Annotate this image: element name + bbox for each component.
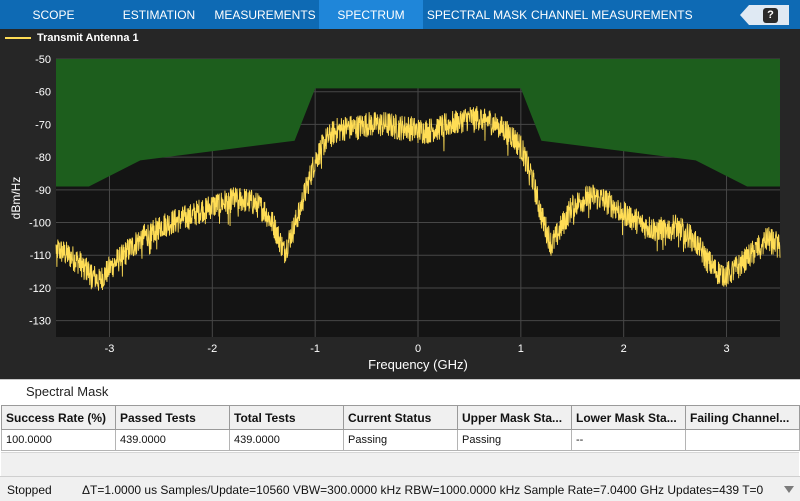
x-tick-label: 1 [518, 343, 524, 355]
table-header-row: Success Rate (%) Passed Tests Total Test… [1, 405, 800, 430]
cell-failing-channels [685, 429, 800, 451]
y-tick-label: -130 [29, 316, 51, 328]
y-tick-label: -90 [35, 185, 51, 197]
x-tick-label: 0 [415, 343, 421, 355]
cell-success-rate: 100.0000 [1, 429, 116, 451]
cell-passed-tests: 439.0000 [115, 429, 230, 451]
tab-spectral-mask[interactable]: SPECTRAL MASK [423, 0, 531, 29]
y-tick-label: -70 [35, 119, 51, 131]
x-axis-label: Frequency (GHz) [368, 357, 468, 372]
y-tick-label: -100 [29, 218, 51, 230]
table-empty-area [1, 452, 799, 476]
tab-scope[interactable]: SCOPE [0, 0, 107, 29]
toolstrip: SCOPE ESTIMATION MEASUREMENTS SPECTRUM S… [0, 0, 800, 29]
help-button[interactable]: ? [740, 5, 789, 25]
tab-channel-measurements[interactable]: CHANNEL MEASUREMENTS [531, 0, 693, 29]
cell-upper-mask-status: Passing [457, 429, 572, 451]
y-tick-label: -50 [35, 54, 51, 66]
measurement-info: ΔT=1.0000 us Samples/Update=10560 VBW=30… [82, 483, 764, 497]
help-pointer [740, 5, 749, 25]
column-header-current-status[interactable]: Current Status [343, 405, 458, 430]
column-header-total-tests[interactable]: Total Tests [229, 405, 344, 430]
column-header-upper-mask-status[interactable]: Upper Mask Sta... [457, 405, 572, 430]
tab-measurements[interactable]: MEASUREMENTS [211, 0, 319, 29]
column-header-passed-tests[interactable]: Passed Tests [115, 405, 230, 430]
spectral-mask-title: Spectral Mask [26, 384, 109, 399]
column-header-lower-mask-status[interactable]: Lower Mask Sta... [571, 405, 686, 430]
x-tick-label: -1 [310, 343, 320, 355]
spectrum-plot-panel: Transmit Antenna 1 -3 -2 -1 0 1 2 3 -50 -60 -70 -8… [0, 29, 800, 379]
tab-estimation[interactable]: ESTIMATION [107, 0, 211, 29]
cell-lower-mask-status: -- [571, 429, 686, 451]
y-tick-label: -120 [29, 283, 51, 295]
y-axis-label: dBm/Hz [9, 177, 23, 220]
status-bar: Stopped ΔT=1.0000 us Samples/Update=1056… [0, 476, 800, 501]
status-dropdown-icon[interactable] [784, 486, 794, 493]
cell-current-status: Passing [343, 429, 458, 451]
x-tick-label: 2 [621, 343, 627, 355]
x-tick-label: -2 [207, 343, 217, 355]
column-header-success-rate[interactable]: Success Rate (%) [1, 405, 116, 430]
spectrum-chart[interactable]: -3 -2 -1 0 1 2 3 -50 -60 -70 -80 -90 -100 -110 -120 -13… [0, 29, 800, 379]
column-header-failing-channels[interactable]: Failing Channel... [685, 405, 800, 430]
help-icon: ? [763, 8, 778, 23]
cell-total-tests: 439.0000 [229, 429, 344, 451]
spectral-mask-panel: Spectral Mask Success Rate (%) Passed Te… [0, 379, 800, 477]
spectral-mask-table: Success Rate (%) Passed Tests Total Test… [1, 405, 800, 451]
x-tick-label: -3 [105, 343, 115, 355]
y-tick-label: -60 [35, 87, 51, 99]
y-tick-label: -110 [30, 250, 51, 262]
tab-spectrum[interactable]: SPECTRUM [319, 0, 423, 29]
x-tick-label: 3 [723, 343, 729, 355]
table-row: 100.0000 439.0000 439.0000 Passing Passi… [1, 429, 800, 451]
y-tick-label: -80 [35, 152, 51, 164]
run-status: Stopped [7, 483, 52, 497]
